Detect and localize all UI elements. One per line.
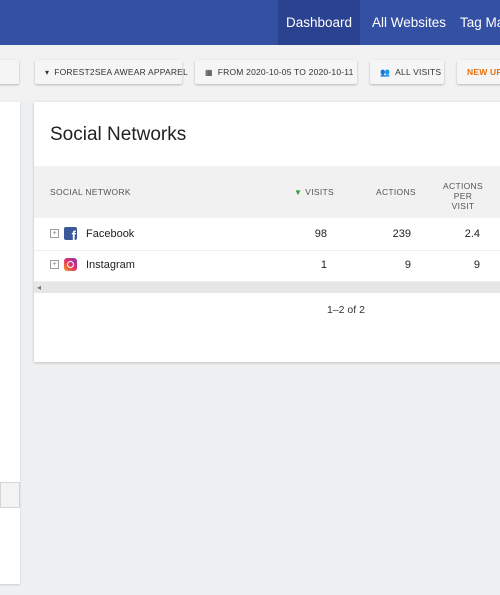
row-actions-per-visit: 2.4 [464, 228, 480, 240]
column-header-actions[interactable]: ACTIONS [376, 187, 416, 197]
table-row[interactable]: + Instagram 1 9 9 [34, 250, 500, 282]
segment-label: ALL VISITS [395, 67, 442, 77]
row-actions-per-visit: 9 [473, 259, 480, 271]
column-header-apv-line2: PER VISIT [451, 191, 475, 211]
new-update-button[interactable]: NEW UP [457, 60, 500, 84]
nav-all-websites[interactable]: All Websites [372, 0, 446, 45]
table-row[interactable]: + f Facebook 98 239 2.4 [34, 219, 500, 251]
users-icon: 👥 [380, 68, 391, 77]
menu-toggle-button[interactable] [0, 60, 19, 84]
row-actions: 239 [392, 228, 411, 240]
column-header-apv-line1: ACTIONS [443, 181, 483, 191]
left-widget-panel [0, 102, 20, 584]
horizontal-scrollbar[interactable]: ◂ [34, 282, 500, 293]
row-label: Facebook [86, 228, 135, 240]
nav-dashboard[interactable]: Dashboard [278, 0, 360, 45]
expand-icon[interactable]: + [50, 229, 59, 238]
pagination-info: 1–2 of 2 [327, 304, 365, 316]
social-networks-widget: Social Networks SOCIAL NETWORK ▼ VISITS A… [34, 102, 500, 362]
column-header-visits-label: VISITS [305, 187, 334, 197]
date-range-selector[interactable]: ▦ FROM 2020-10-05 TO 2020-10-11 [195, 60, 357, 84]
row-label: Instagram [86, 259, 135, 271]
caret-down-icon: ▾ [45, 68, 50, 77]
scroll-left-icon[interactable]: ◂ [37, 282, 41, 293]
table-header: SOCIAL NETWORK ▼ VISITS ACTIONS ACTIONS P… [34, 166, 500, 218]
row-actions: 9 [404, 259, 411, 271]
site-selector-label: FOREST2SEA AWEAR APPAREL [54, 67, 188, 77]
facebook-icon: f [64, 227, 77, 240]
calendar-icon: ▦ [205, 68, 213, 77]
widget-title: Social Networks [50, 124, 187, 145]
row-visits: 1 [320, 259, 327, 271]
top-navigation: Dashboard All Websites Tag Ma [0, 0, 500, 45]
instagram-icon [64, 258, 77, 271]
column-header-visits[interactable]: ▼ VISITS [294, 187, 334, 197]
date-range-label: FROM 2020-10-05 TO 2020-10-11 [217, 67, 354, 77]
nav-tag-manager[interactable]: Tag Ma [460, 0, 500, 45]
column-header-social-network[interactable]: SOCIAL NETWORK [50, 187, 131, 197]
left-panel-control[interactable] [0, 482, 20, 508]
row-visits: 98 [314, 228, 327, 240]
column-header-actions-per-visit[interactable]: ACTIONS PER VISIT [442, 181, 484, 211]
segment-selector[interactable]: 👥 ALL VISITS [370, 60, 444, 84]
expand-icon[interactable]: + [50, 260, 59, 269]
selector-bar: ▾ FOREST2SEA AWEAR APPAREL ▦ FROM 2020-10-… [0, 45, 500, 100]
sort-descending-icon: ▼ [294, 188, 303, 197]
site-selector[interactable]: ▾ FOREST2SEA AWEAR APPAREL [35, 60, 188, 84]
